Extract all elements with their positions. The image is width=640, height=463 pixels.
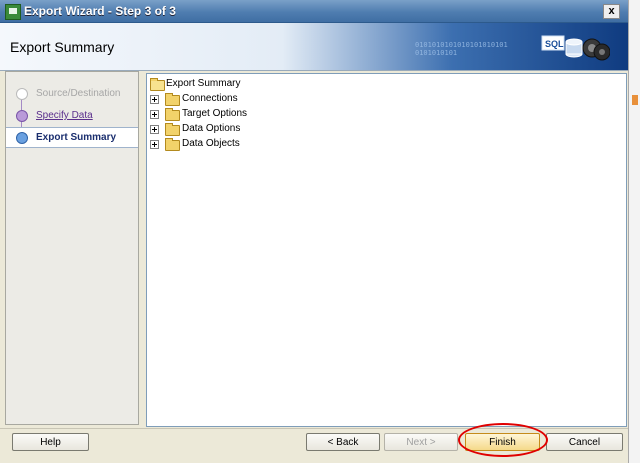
step-export-summary: Export Summary — [6, 127, 138, 148]
step-label: Export Summary — [36, 132, 117, 143]
expand-icon[interactable] — [150, 125, 159, 134]
folder-open-icon — [150, 78, 165, 91]
folder-icon — [165, 108, 180, 121]
step-label: Source/Destination — [36, 88, 121, 99]
back-button[interactable]: < Back — [306, 433, 380, 451]
cancel-button[interactable]: Cancel — [546, 433, 623, 451]
step-link[interactable]: Specify Data — [36, 110, 93, 121]
tree-node-label: Connections — [182, 93, 238, 104]
expand-icon[interactable] — [150, 95, 159, 104]
page-title: Export Summary — [10, 39, 115, 55]
wizard-header: Export Summary 0101010101010101010101 01… — [0, 23, 628, 71]
wizard-steps-panel: Source/Destination Specify Data Export S… — [5, 71, 139, 425]
tree-node-label: Target Options — [182, 108, 248, 119]
background-marker — [632, 95, 638, 105]
expand-icon[interactable] — [150, 110, 159, 119]
summary-tree: Export Summary Connections Target Option… — [146, 73, 627, 427]
step-indicator-icon — [16, 88, 28, 100]
sql-database-icon: SQL — [541, 35, 610, 61]
tree-node-label: Data Options — [182, 123, 241, 134]
tree-node-label: Export Summary — [166, 78, 241, 89]
step-specify-data[interactable]: Specify Data — [6, 106, 138, 126]
folder-icon — [165, 93, 180, 106]
tree-node-label: Data Objects — [182, 138, 240, 149]
close-icon[interactable]: x — [603, 4, 620, 19]
folder-icon — [165, 138, 180, 151]
background-window-edge — [628, 0, 640, 463]
step-source-destination: Source/Destination — [6, 84, 138, 104]
folder-icon — [165, 123, 180, 136]
window-titlebar[interactable]: Export Wizard - Step 3 of 3 x — [0, 0, 628, 23]
help-button[interactable]: Help — [12, 433, 89, 451]
step-indicator-icon — [16, 110, 28, 122]
logo-text: SQL — [545, 39, 564, 49]
finish-highlight-annotation — [458, 423, 548, 457]
window-title: Export Wizard - Step 3 of 3 — [24, 4, 176, 18]
next-button[interactable]: Next > — [384, 433, 458, 451]
expand-icon[interactable] — [150, 140, 159, 149]
export-app-icon — [5, 4, 21, 20]
binary-decoration: 0101010101010101010101 0101010101 — [415, 41, 508, 57]
current-step-icon — [16, 132, 28, 144]
